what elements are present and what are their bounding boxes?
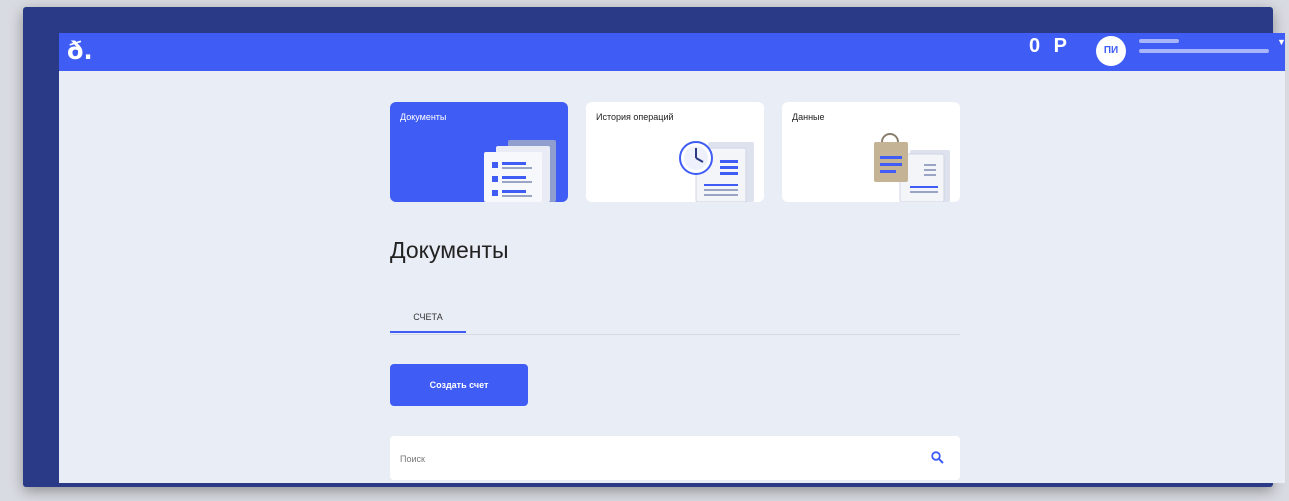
card-documents[interactable]: Документы [390,102,568,202]
page-title: Документы [390,237,509,263]
search-bar [390,436,960,480]
user-name-blurred [1139,39,1179,43]
header-op-text: 0 P [1029,35,1072,57]
card-history[interactable]: История операций [586,102,764,202]
card-label: Документы [400,112,447,122]
user-info[interactable] [1139,39,1284,53]
app-logo[interactable]: ð. [67,37,93,65]
card-label: История операций [596,112,674,122]
tab-invoices[interactable]: СЧЕТА [390,308,466,333]
search-icon[interactable] [931,451,944,464]
card-data[interactable]: Данные [782,102,960,202]
section-cards: Документы История операций Данные [390,102,960,202]
avatar[interactable]: ПИ [1096,36,1126,66]
app-screen: ð. 0 P ПИ ▼ Документы История операций Д… [59,33,1285,483]
clock-history-illustration-icon [679,141,754,202]
chevron-down-icon[interactable]: ▼ [1277,37,1285,47]
tabs-bar: СЧЕТА [390,308,960,335]
window-frame: ð. 0 P ПИ ▼ Документы История операций Д… [23,7,1285,487]
user-fullname-blurred [1139,49,1269,53]
documents-illustration-icon [484,140,556,202]
search-input[interactable] [398,450,902,468]
create-invoice-button[interactable]: Создать счет [390,364,528,406]
card-label: Данные [792,112,825,122]
data-bag-illustration-icon [874,133,950,202]
top-bar: ð. 0 P ПИ ▼ [59,33,1285,71]
